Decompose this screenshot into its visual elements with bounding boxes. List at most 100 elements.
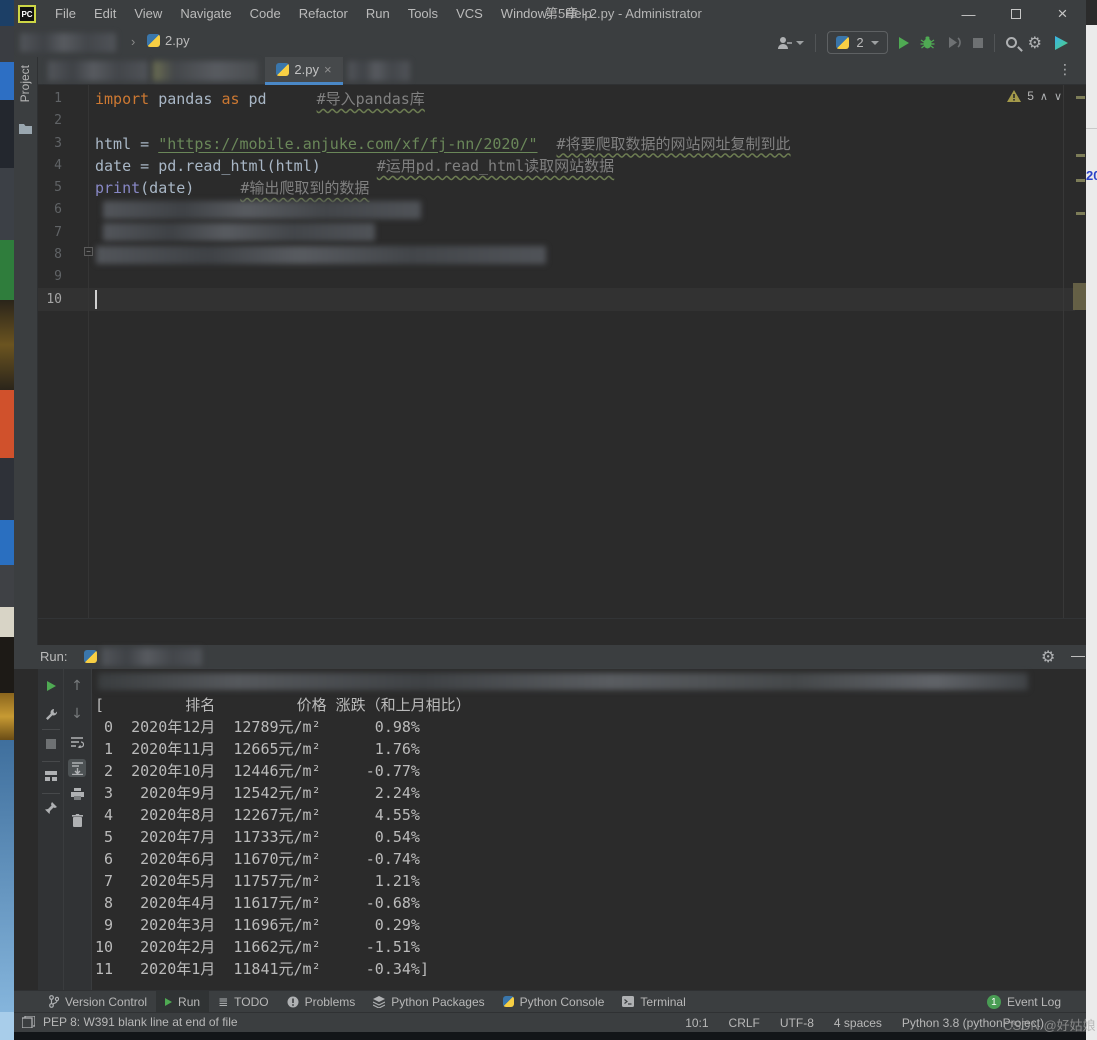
close-button[interactable]: ×	[1039, 0, 1086, 28]
editor-tab-blurred[interactable]	[348, 61, 410, 81]
desktop-icon	[0, 0, 14, 26]
event-count-badge: 1	[987, 995, 1001, 1009]
next-warning-icon[interactable]: ∨	[1054, 90, 1062, 103]
wrench-icon	[45, 708, 58, 721]
editor-run-splitter[interactable]	[38, 618, 1086, 645]
menu-view[interactable]: View	[125, 0, 171, 28]
menu-navigate[interactable]: Navigate	[171, 0, 240, 28]
toolwindow-run[interactable]: Run	[156, 991, 209, 1013]
editor-tab-blurred[interactable]	[153, 61, 258, 81]
tab-2py[interactable]: 2.py ×	[265, 57, 343, 85]
debug-button[interactable]	[920, 35, 935, 50]
editor-tab-bar: 2.py × ⋮	[38, 57, 1086, 85]
pycharm-window: 20 PC File Edit View Navigate Code Refac…	[0, 0, 1097, 1040]
inspection-widget[interactable]: 5 ∧ ∨	[1007, 89, 1062, 103]
breadcrumb-file[interactable]: 2.py	[147, 33, 190, 48]
run-settings-icon[interactable]: ⚙	[1041, 647, 1055, 666]
editor-tab-blurred[interactable]	[48, 61, 148, 81]
stripe-mark	[1076, 96, 1085, 99]
run-configuration-select[interactable]: 2	[827, 31, 887, 54]
maximize-button[interactable]	[992, 0, 1039, 28]
tool-windows-icon[interactable]	[22, 1016, 35, 1028]
indent-style[interactable]: 4 spaces	[834, 1016, 882, 1030]
menu-tools[interactable]: Tools	[399, 0, 447, 28]
run-tab-blurred[interactable]	[102, 648, 202, 666]
settings-button[interactable]: ⚙	[1028, 33, 1042, 52]
menu-edit[interactable]: Edit	[85, 0, 125, 28]
call-args: (date)	[140, 179, 194, 197]
chevron-down-icon	[796, 41, 804, 45]
stripe-mark	[1076, 212, 1085, 215]
run-toolbar-console: ↑ ↓	[64, 669, 92, 990]
window-title: 第5章 - 2.py - Administrator	[545, 0, 702, 28]
rerun-button[interactable]	[42, 677, 60, 695]
toolwindow-terminal[interactable]: Terminal	[613, 991, 694, 1013]
stop-button-disabled[interactable]	[42, 735, 60, 753]
console-output: [ 排名 价格 涨跌（和上月相比） 0 2020年12月 12789元/m² 0…	[95, 694, 471, 980]
line-numbers: 1 2 3 4 5 6 7 8 9	[38, 88, 62, 289]
keyword: import	[95, 90, 149, 108]
breadcrumb-file-label: 2.py	[165, 33, 190, 48]
down-stacktrace-icon[interactable]: ↓	[68, 705, 86, 723]
desktop-icon	[0, 100, 14, 168]
print-icon[interactable]	[68, 785, 86, 803]
toolwindow-problems[interactable]: Problems	[278, 991, 365, 1013]
run-label: Run:	[40, 649, 67, 664]
navigation-bar: › 2.py 2 ⚙	[14, 28, 1086, 57]
python-run-icon	[84, 650, 97, 663]
toolwindow-python-console[interactable]: Python Console	[494, 991, 614, 1013]
background-window-right: 20	[1086, 25, 1097, 1040]
fold-marker[interactable]: −	[84, 247, 93, 256]
plugin-logo-icon[interactable]	[1053, 35, 1070, 51]
menu-refactor[interactable]: Refactor	[290, 0, 357, 28]
toolwindow-todo[interactable]: ≣ TODO	[209, 991, 278, 1013]
tab-close-icon[interactable]: ×	[324, 62, 332, 77]
python-icon	[503, 996, 514, 1007]
desktop-background-left	[0, 0, 14, 1040]
comment: #输出爬取到的数据	[240, 179, 369, 197]
pin-tab-icon[interactable]	[42, 799, 60, 817]
scrollbar-thumb[interactable]	[1073, 283, 1086, 310]
call-expression: pd.read_html(html)	[158, 157, 321, 175]
menu-file[interactable]: File	[46, 0, 85, 28]
hard-wrap-guide	[1063, 85, 1064, 618]
desktop-icon	[0, 458, 14, 520]
run-options-icon[interactable]	[42, 705, 60, 723]
operator: =	[140, 135, 149, 153]
desktop-icon	[0, 607, 14, 637]
scroll-to-end-icon[interactable]	[68, 759, 86, 777]
toolwindow-version-control[interactable]: Version Control	[40, 991, 156, 1013]
soft-wrap-icon[interactable]	[68, 733, 86, 751]
restore-layout-icon[interactable]	[42, 767, 60, 785]
minimize-button[interactable]: —	[945, 0, 992, 28]
desktop-icon	[0, 637, 14, 693]
python-file-icon	[276, 63, 289, 76]
clear-all-icon[interactable]	[68, 811, 86, 829]
search-everywhere-button[interactable]	[1006, 37, 1017, 48]
collaborate-button[interactable]	[777, 36, 804, 50]
toolwindow-python-packages[interactable]: Python Packages	[364, 991, 493, 1013]
code-editor[interactable]: 1 2 3 4 5 6 7 8 9 10 import pandas as pd…	[38, 85, 1086, 618]
line-separator[interactable]: CRLF	[729, 1016, 760, 1030]
hide-panel-icon[interactable]: —	[1071, 647, 1085, 663]
run-with-coverage-button[interactable]	[946, 35, 962, 50]
file-encoding[interactable]: UTF-8	[780, 1016, 814, 1030]
event-log-button[interactable]: 1 Event Log	[987, 991, 1061, 1013]
prev-warning-icon[interactable]: ∧	[1040, 90, 1048, 103]
desktop-taskbar-sliver	[0, 1012, 14, 1040]
sidebar-item-project[interactable]: Project	[18, 65, 32, 102]
menu-code[interactable]: Code	[241, 0, 290, 28]
run-button[interactable]	[899, 37, 909, 49]
up-stacktrace-icon[interactable]: ↑	[68, 677, 86, 695]
branch-icon	[49, 995, 59, 1008]
caret-position[interactable]: 10:1	[685, 1016, 708, 1030]
menu-vcs[interactable]: VCS	[447, 0, 492, 28]
desktop-icon	[0, 26, 14, 62]
menu-run[interactable]: Run	[357, 0, 399, 28]
run-tool-window-header: Run: ⚙ —	[14, 645, 1086, 669]
error-stripe[interactable]	[1075, 85, 1086, 618]
comment: #运用pd.read_html读取网站数据	[377, 157, 614, 175]
todo-icon: ≣	[218, 995, 228, 1009]
tab-options-icon[interactable]: ⋮	[1058, 62, 1072, 78]
stop-button[interactable]	[973, 38, 983, 48]
